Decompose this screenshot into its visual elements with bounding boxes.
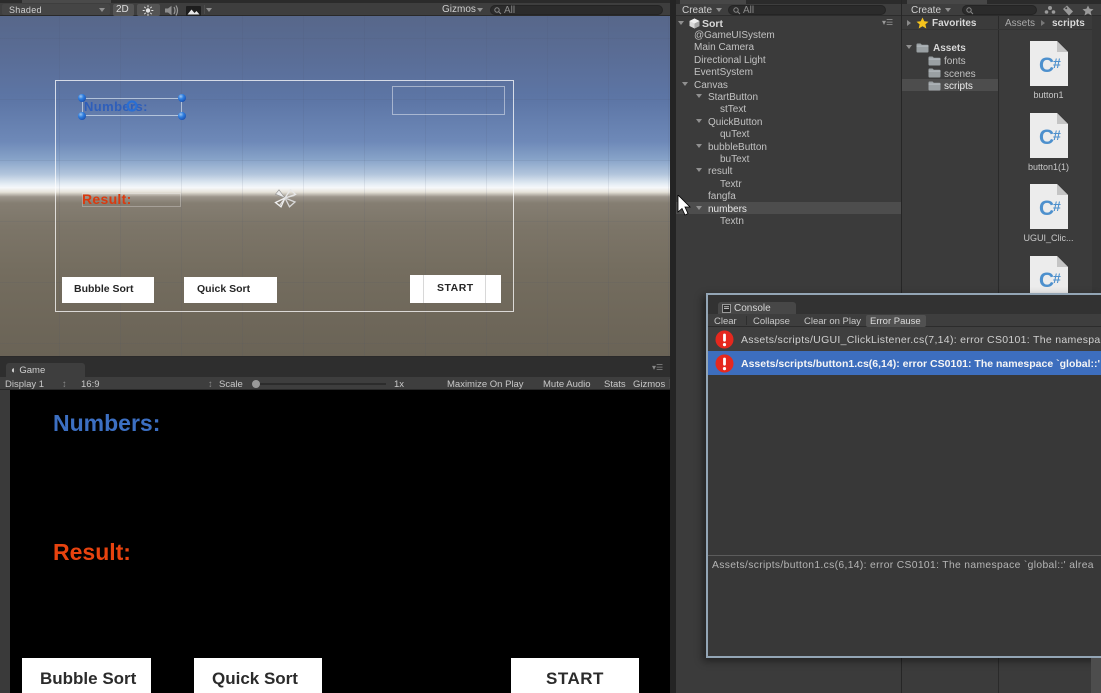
svg-text:#: #	[1053, 198, 1061, 214]
svg-text:#: #	[1053, 270, 1061, 286]
svg-text:#: #	[1053, 55, 1061, 71]
svg-text:#: #	[1053, 127, 1061, 143]
svg-text:C: C	[1039, 126, 1054, 149]
svg-text:C: C	[1039, 197, 1054, 220]
svg-text:C: C	[1039, 269, 1054, 292]
svg-text:C: C	[1039, 54, 1054, 77]
